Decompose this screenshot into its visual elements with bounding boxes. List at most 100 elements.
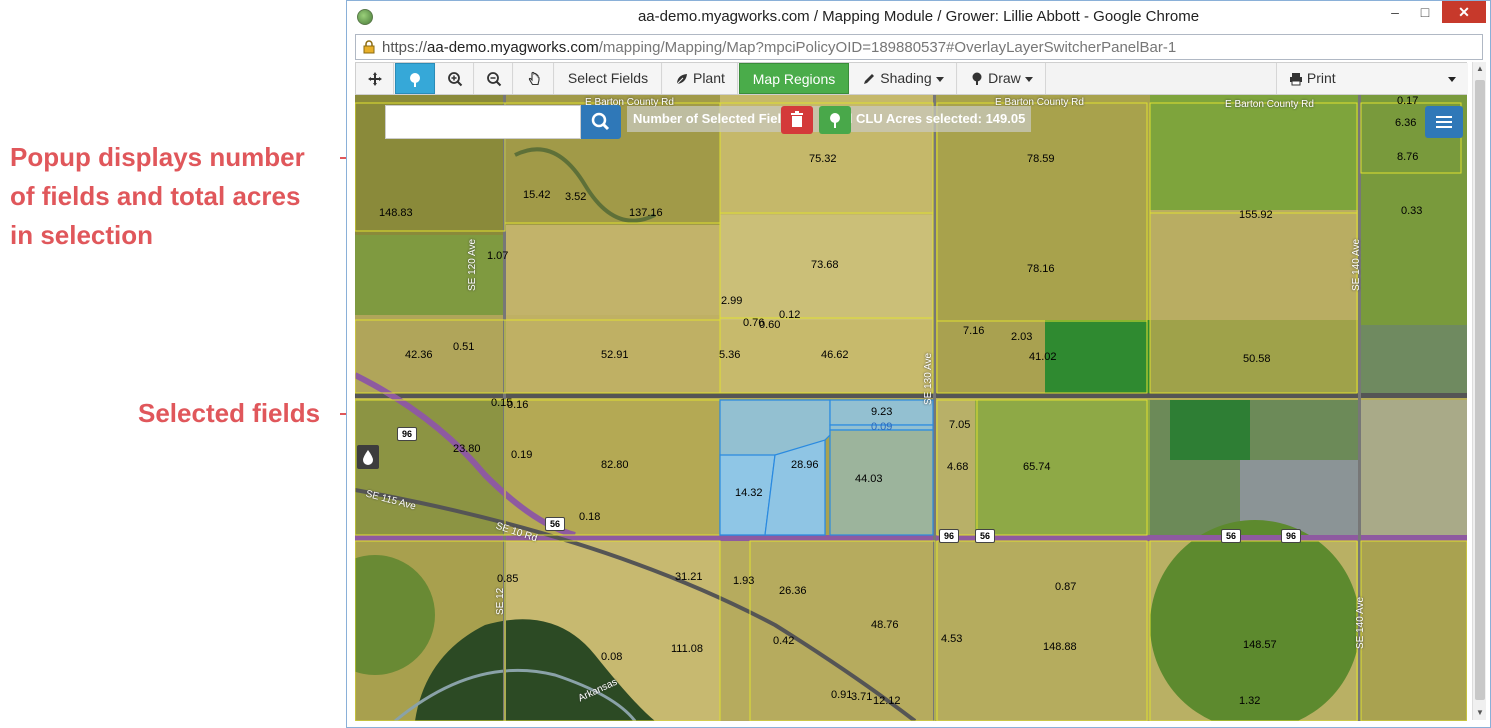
url-scheme: https:// bbox=[382, 39, 428, 56]
acre-label: 8.76 bbox=[1397, 151, 1419, 163]
window-title: aa-demo.myagworks.com / Mapping Module /… bbox=[637, 8, 1200, 25]
identify-tool-button[interactable] bbox=[395, 63, 435, 94]
minimize-button[interactable]: – bbox=[1382, 1, 1408, 23]
total-acres-value: 149.05 bbox=[985, 111, 1026, 126]
acre-label: 78.59 bbox=[1027, 153, 1055, 165]
acre-label: 5.36 bbox=[719, 349, 741, 361]
map-canvas[interactable]: E Barton County Rd E Barton County Rd E … bbox=[355, 95, 1467, 721]
acre-label: 52.91 bbox=[601, 349, 629, 361]
acre-label: 7.16 bbox=[963, 325, 985, 337]
maximize-button[interactable]: □ bbox=[1412, 1, 1438, 23]
move-icon bbox=[367, 72, 382, 87]
search-icon bbox=[591, 112, 610, 131]
hand-tool-button[interactable] bbox=[514, 63, 554, 94]
acre-label: 155.92 bbox=[1239, 209, 1273, 221]
acre-label: 0.87 bbox=[1055, 581, 1077, 593]
acre-label: 12.12 bbox=[873, 695, 901, 707]
print-dropdown[interactable]: Print bbox=[1276, 63, 1468, 94]
road-label-se130: SE 130 Ave bbox=[923, 352, 934, 405]
draw-label: Draw bbox=[988, 70, 1021, 86]
draw-tree-icon bbox=[972, 72, 982, 86]
highway-shield: 96 bbox=[939, 529, 959, 543]
acre-label: 23.80 bbox=[453, 443, 481, 455]
acre-label: 0.60 bbox=[759, 319, 781, 331]
acre-label: 9.23 bbox=[871, 406, 893, 418]
clear-selection-button[interactable] bbox=[781, 106, 813, 134]
acre-label: 0.16 bbox=[507, 399, 529, 411]
acre-label: 2.03 bbox=[1011, 331, 1033, 343]
acre-label: 0.51 bbox=[453, 341, 475, 353]
acre-label: 28.96 bbox=[791, 459, 819, 471]
acre-label: 0.33 bbox=[1401, 205, 1423, 217]
annotation-popup-line-3: in selection bbox=[10, 220, 154, 250]
acre-label: 3.52 bbox=[565, 191, 587, 203]
acre-label: 48.76 bbox=[871, 619, 899, 631]
acre-label: 148.83 bbox=[379, 207, 413, 219]
pan-tool-button[interactable] bbox=[356, 63, 394, 94]
scroll-thumb[interactable] bbox=[1475, 80, 1485, 700]
acre-label: 0.17 bbox=[1397, 95, 1419, 107]
acre-label: 46.62 bbox=[821, 349, 849, 361]
browser-window: aa-demo.myagworks.com / Mapping Module /… bbox=[346, 0, 1491, 728]
close-button[interactable]: ✕ bbox=[1442, 1, 1486, 23]
pencil-icon bbox=[864, 74, 875, 85]
water-drop-button[interactable] bbox=[357, 445, 379, 469]
url-host: aa-demo.myagworks.com bbox=[427, 39, 599, 56]
acre-label: 42.36 bbox=[405, 349, 433, 361]
zoom-out-button[interactable] bbox=[475, 63, 513, 94]
acre-label: 0.91 bbox=[831, 689, 853, 701]
draw-dropdown[interactable]: Draw bbox=[958, 63, 1046, 94]
leaf-icon bbox=[676, 74, 688, 85]
highway-shield: 96 bbox=[1281, 529, 1301, 543]
map-regions-button[interactable]: Map Regions bbox=[739, 63, 849, 94]
road-label-se140-top: SE 140 Ave bbox=[1351, 238, 1362, 291]
page-scrollbar[interactable]: ▲ ▼ bbox=[1472, 62, 1486, 720]
hand-pointer-icon bbox=[528, 72, 540, 86]
acre-label: 31.21 bbox=[675, 571, 703, 583]
shading-dropdown[interactable]: Shading bbox=[850, 63, 957, 94]
acre-label: 73.68 bbox=[811, 259, 839, 271]
plant-selection-button[interactable] bbox=[819, 106, 851, 134]
acre-label: 1.32 bbox=[1239, 695, 1261, 707]
annotation-popup-line-1: Popup displays number bbox=[10, 142, 305, 172]
address-bar[interactable]: https://aa-demo.myagworks.com/mapping/Ma… bbox=[355, 34, 1483, 60]
hamburger-menu-icon bbox=[1436, 116, 1452, 128]
acre-label: 148.57 bbox=[1243, 639, 1277, 651]
acre-label: 82.80 bbox=[601, 459, 629, 471]
acre-label: 2.99 bbox=[721, 295, 743, 307]
highway-shield: 96 bbox=[397, 427, 417, 441]
road-label-se140-bottom: SE 140 Ave bbox=[1355, 596, 1366, 649]
annotation-selected: Selected fields bbox=[138, 398, 321, 428]
scroll-up-arrow-icon[interactable]: ▲ bbox=[1473, 62, 1487, 76]
scroll-down-arrow-icon[interactable]: ▼ bbox=[1473, 706, 1487, 720]
acre-label: 111.08 bbox=[671, 643, 704, 655]
acre-label: 148.88 bbox=[1043, 641, 1077, 653]
zoom-in-button[interactable] bbox=[436, 63, 474, 94]
acre-label: 50.58 bbox=[1243, 353, 1271, 365]
acre-label: 0.42 bbox=[773, 635, 795, 647]
acre-label: 65.74 bbox=[1023, 461, 1051, 473]
plant-button-label: Plant bbox=[692, 70, 725, 86]
acre-label: 75.32 bbox=[809, 153, 837, 165]
acre-label: 4.53 bbox=[941, 633, 963, 645]
url-text[interactable]: https://aa-demo.myagworks.com/mapping/Ma… bbox=[382, 39, 1176, 56]
annotation-popup: Popup displays number of fields and tota… bbox=[10, 138, 305, 255]
map-search-input[interactable] bbox=[385, 105, 581, 139]
map-toolbar: Select Fields Plant Map Regions Shading … bbox=[355, 62, 1468, 95]
chevron-down-icon bbox=[1448, 77, 1456, 82]
printer-icon bbox=[1290, 73, 1302, 86]
acre-label: 0.18 bbox=[579, 511, 601, 523]
chevron-down-icon bbox=[1024, 76, 1033, 82]
acre-label: 0.09 bbox=[871, 421, 893, 433]
layer-menu-button[interactable] bbox=[1425, 106, 1463, 138]
acre-label: 3.71 bbox=[851, 691, 873, 703]
select-fields-button[interactable]: Select Fields bbox=[555, 63, 662, 94]
acre-label: 41.02 bbox=[1029, 351, 1057, 363]
acre-label: 0.08 bbox=[601, 651, 623, 663]
map-search-button[interactable] bbox=[581, 105, 621, 139]
acre-label: 0.12 bbox=[779, 309, 801, 321]
acre-label: 26.36 bbox=[779, 585, 807, 597]
plant-button[interactable]: Plant bbox=[663, 63, 738, 94]
acre-label: 1.07 bbox=[487, 250, 509, 262]
acre-label: 14.32 bbox=[735, 487, 763, 499]
